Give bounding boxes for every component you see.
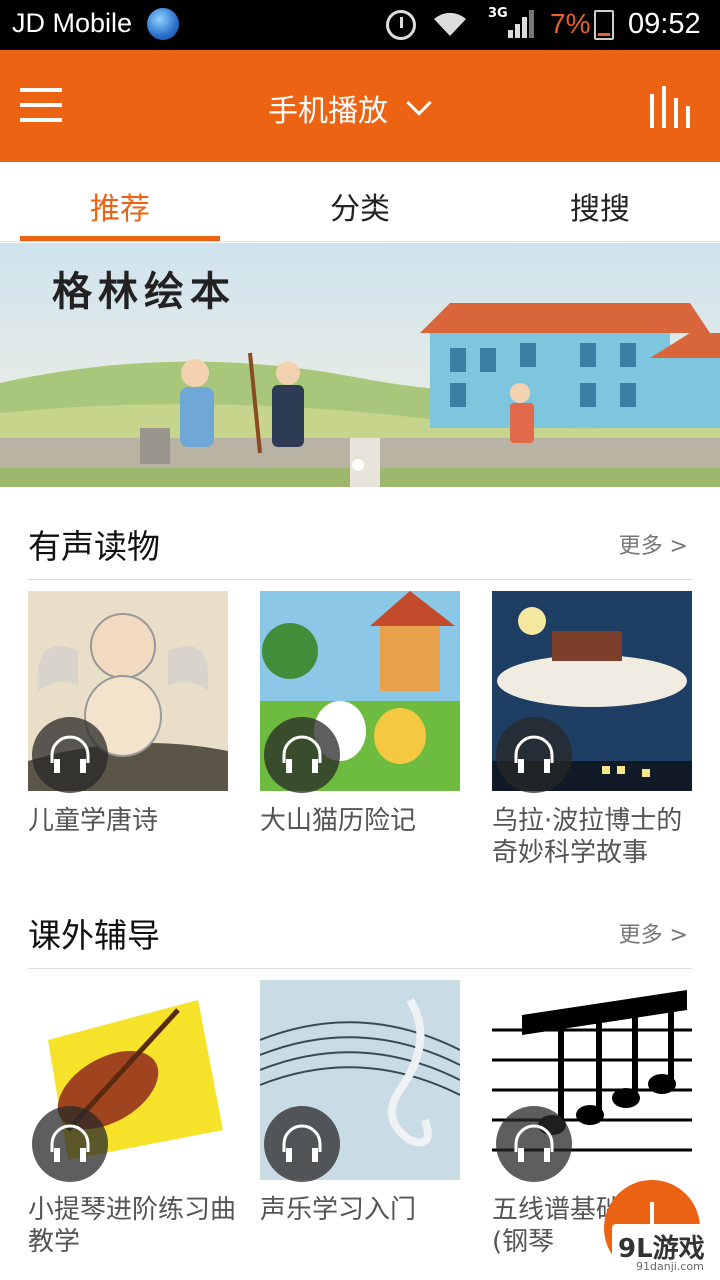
site-watermark: 9L游戏 91danji.com — [612, 1224, 720, 1280]
tab-category[interactable]: 分类 — [240, 162, 480, 241]
wifi-icon — [434, 12, 466, 36]
menu-icon[interactable] — [20, 88, 62, 122]
section-title: 课外辅导 — [28, 916, 160, 955]
tab-recommend[interactable]: 推荐 — [0, 162, 240, 241]
status-bar: JD Mobile 3G 7% 09:52 — [0, 0, 720, 50]
section-title: 有声读物 — [28, 527, 160, 566]
alarm-icon — [386, 10, 416, 40]
section-audiobooks-header: 有声读物 更多 > — [28, 500, 692, 580]
signal-icon — [508, 10, 534, 38]
banner-title: 格林绘本 — [52, 268, 236, 315]
play-button[interactable] — [32, 1106, 108, 1182]
watermark-site: 91danji.com — [636, 1260, 704, 1273]
more-link[interactable]: 更多 > — [619, 528, 688, 560]
headphones-icon — [514, 1124, 554, 1162]
album-title: 声乐学习入门 — [260, 1195, 417, 1225]
chevron-down-icon — [406, 90, 432, 116]
tab-bar: 推荐 分类 搜搜 — [0, 162, 720, 242]
equalizer-icon[interactable] — [650, 86, 692, 128]
play-button[interactable] — [264, 1106, 340, 1182]
play-button[interactable] — [496, 717, 572, 793]
headphones-icon — [514, 735, 554, 773]
app-bar: 手机播放 — [0, 50, 720, 162]
app-bar-title: 手机播放 — [268, 94, 388, 129]
tab-search[interactable]: 搜搜 — [480, 162, 720, 241]
headphones-icon — [282, 1124, 322, 1162]
play-button[interactable] — [264, 717, 340, 793]
globe-icon — [147, 8, 179, 40]
play-button[interactable] — [32, 717, 108, 793]
album-title: 儿童学唐诗 — [28, 806, 159, 836]
battery-icon — [594, 10, 614, 40]
clock-time: 09:52 — [628, 8, 701, 40]
carousel-indicator — [352, 459, 364, 471]
album-title: 大山猫历险记 — [260, 806, 417, 836]
more-link[interactable]: 更多 > — [619, 917, 688, 949]
headphones-icon — [50, 735, 90, 773]
headphones-icon — [282, 735, 322, 773]
carrier-name: JD Mobile — [12, 8, 133, 38]
section-tutoring-header: 课外辅导 更多 > — [28, 889, 692, 969]
headphones-icon — [50, 1124, 90, 1162]
banner-carousel[interactable]: 格林绘本 — [0, 243, 720, 487]
battery-percent: 7% — [550, 8, 591, 39]
album-title: 小提琴进阶练习曲教学 — [28, 1195, 237, 1257]
play-button[interactable] — [496, 1106, 572, 1182]
player-selector[interactable]: 手机播放 — [268, 86, 432, 130]
album-title: 乌拉·波拉博士的奇妙科学故事 — [492, 806, 683, 868]
